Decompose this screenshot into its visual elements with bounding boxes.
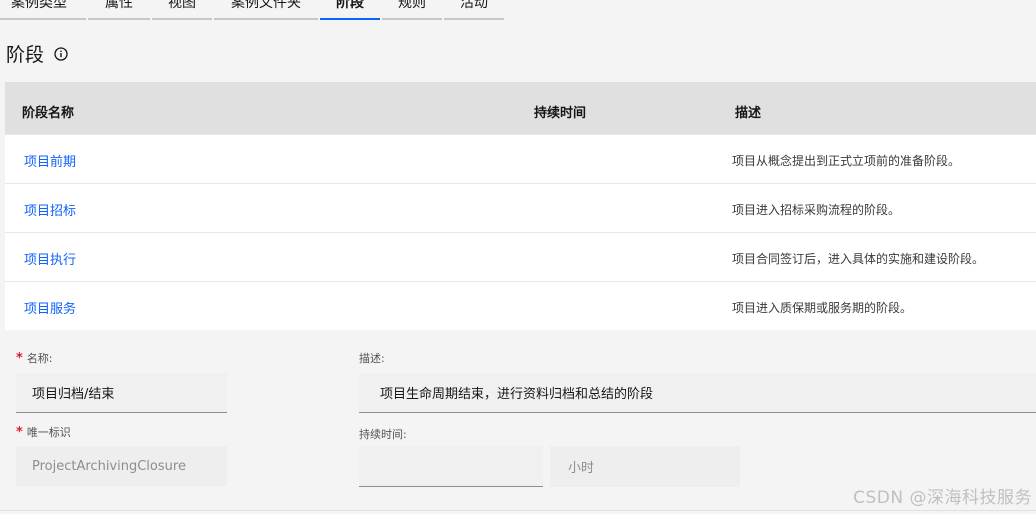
duration-field-label: 持续时间: <box>359 426 407 442</box>
description-field-value: 项目生命周期结束，进行资料归档和总结的阶段 <box>380 387 654 402</box>
table-row[interactable]: 项目前期 项目从概念提出到正式立项前的准备阶段。 <box>5 134 1036 183</box>
form-divider <box>0 510 1036 511</box>
stage-name-link[interactable]: 项目执行 <box>24 249 76 268</box>
column-header-name[interactable]: 阶段名称 <box>22 102 74 121</box>
name-field-value: 项目归档/结束 <box>32 387 115 402</box>
tab-rules[interactable]: 规则 <box>382 0 442 20</box>
table-row[interactable]: 项目执行 项目合同签订后，进入具体的实施和建设阶段。 <box>5 232 1036 281</box>
watermark: CSDN @深海科技服务 <box>853 488 1032 508</box>
tab-activities[interactable]: 活动 <box>444 0 504 20</box>
description-field[interactable]: 项目生命周期结束，进行资料归档和总结的阶段 <box>359 373 1036 413</box>
duration-unit-select[interactable]: 小时 <box>550 446 740 487</box>
tab-case-folder[interactable]: 案例文件夹 <box>214 0 318 20</box>
stage-name-link[interactable]: 项目服务 <box>24 298 76 317</box>
stage-description: 项目进入招标采购流程的阶段。 <box>732 203 901 217</box>
table-row[interactable]: 项目招标 项目进入招标采购流程的阶段。 <box>5 183 1036 232</box>
duration-unit-value: 小时 <box>568 461 595 476</box>
stage-name-link[interactable]: 项目前期 <box>24 151 76 170</box>
column-header-duration[interactable]: 持续时间 <box>534 102 586 121</box>
table-row[interactable]: 项目服务 项目进入质保期或服务期的阶段。 <box>5 281 1036 330</box>
stage-description: 项目进入质保期或服务期的阶段。 <box>732 301 913 315</box>
stages-table: 阶段名称 持续时间 描述 项目前期 项目从概念提出到正式立项前的准备阶段。 项目… <box>5 82 1036 330</box>
column-header-description[interactable]: 描述 <box>735 102 761 121</box>
stage-name-link[interactable]: 项目招标 <box>24 200 76 219</box>
id-field-label: * 唯一标识 <box>16 424 71 440</box>
name-field-label: * 名称: <box>16 350 53 366</box>
tab-stages[interactable]: 阶段 <box>320 0 380 20</box>
tab-bar: 案例类型 属性 视图 案例文件夹 阶段 规则 活动 <box>0 0 1036 20</box>
stage-description: 项目合同签订后，进入具体的实施和建设阶段。 <box>732 252 985 266</box>
duration-input[interactable] <box>359 446 543 487</box>
description-label-text: 描述: <box>359 352 385 365</box>
info-circle-icon[interactable] <box>54 46 68 61</box>
tab-case-type[interactable]: 案例类型 <box>0 0 86 20</box>
tab-views[interactable]: 视图 <box>152 0 212 20</box>
description-field-label: 描述: <box>359 350 385 366</box>
id-label-text: 唯一标识 <box>26 426 71 439</box>
name-label-text: 名称: <box>26 352 53 365</box>
name-field[interactable]: 项目归档/结束 <box>16 373 227 413</box>
unique-id-value: ProjectArchivingClosure <box>32 458 186 474</box>
table-header: 阶段名称 持续时间 描述 <box>5 82 1036 134</box>
duration-label-text: 持续时间: <box>359 428 407 441</box>
required-marker: * <box>16 350 23 366</box>
tab-properties[interactable]: 属性 <box>88 0 150 20</box>
required-marker: * <box>16 424 23 440</box>
page-title-text: 阶段 <box>6 44 45 66</box>
unique-id-field: ProjectArchivingClosure <box>16 446 227 486</box>
stage-description: 项目从概念提出到正式立项前的准备阶段。 <box>732 154 961 168</box>
page-title: 阶段 <box>6 40 68 67</box>
